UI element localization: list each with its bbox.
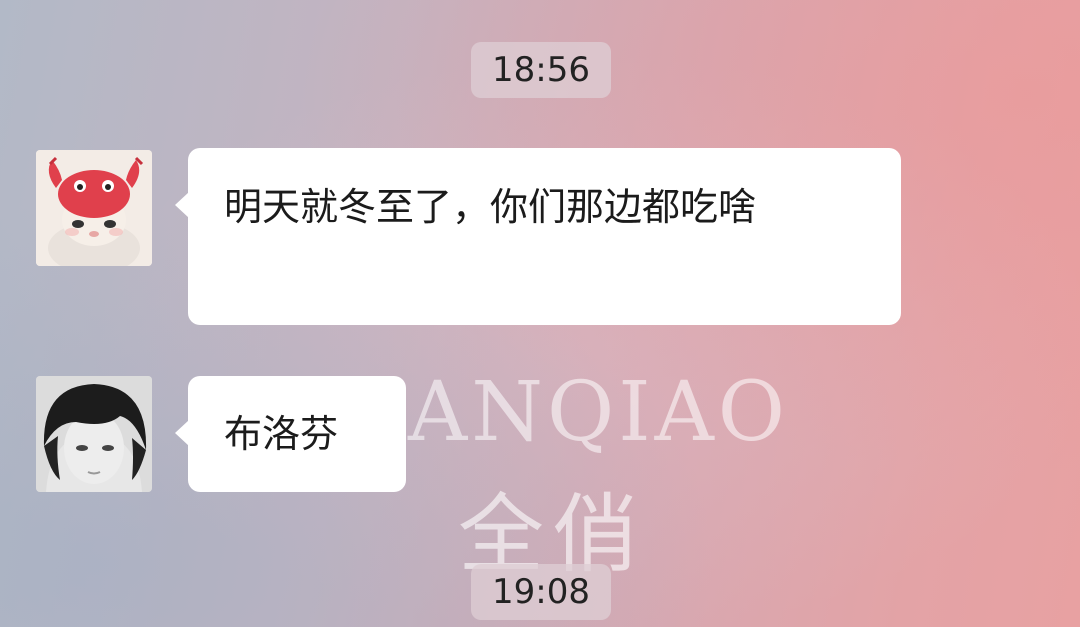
message-bubble-1[interactable]: 明天就冬至了，你们那边都吃啥 xyxy=(175,148,901,325)
crab-hat-cat-avatar[interactable] xyxy=(36,150,152,266)
timestamp-top: 18:56 xyxy=(471,42,611,98)
watermark-latin-text: ANQIAO xyxy=(408,365,790,460)
message-text-1: 明天就冬至了，你们那边都吃啥 xyxy=(224,185,757,229)
timestamp-bottom: 19:08 xyxy=(471,564,611,620)
message-text-2: 布洛芬 xyxy=(224,412,339,456)
boy-portrait-avatar[interactable] xyxy=(36,376,152,492)
message-bubble-2[interactable]: 布洛芬 xyxy=(175,376,406,492)
